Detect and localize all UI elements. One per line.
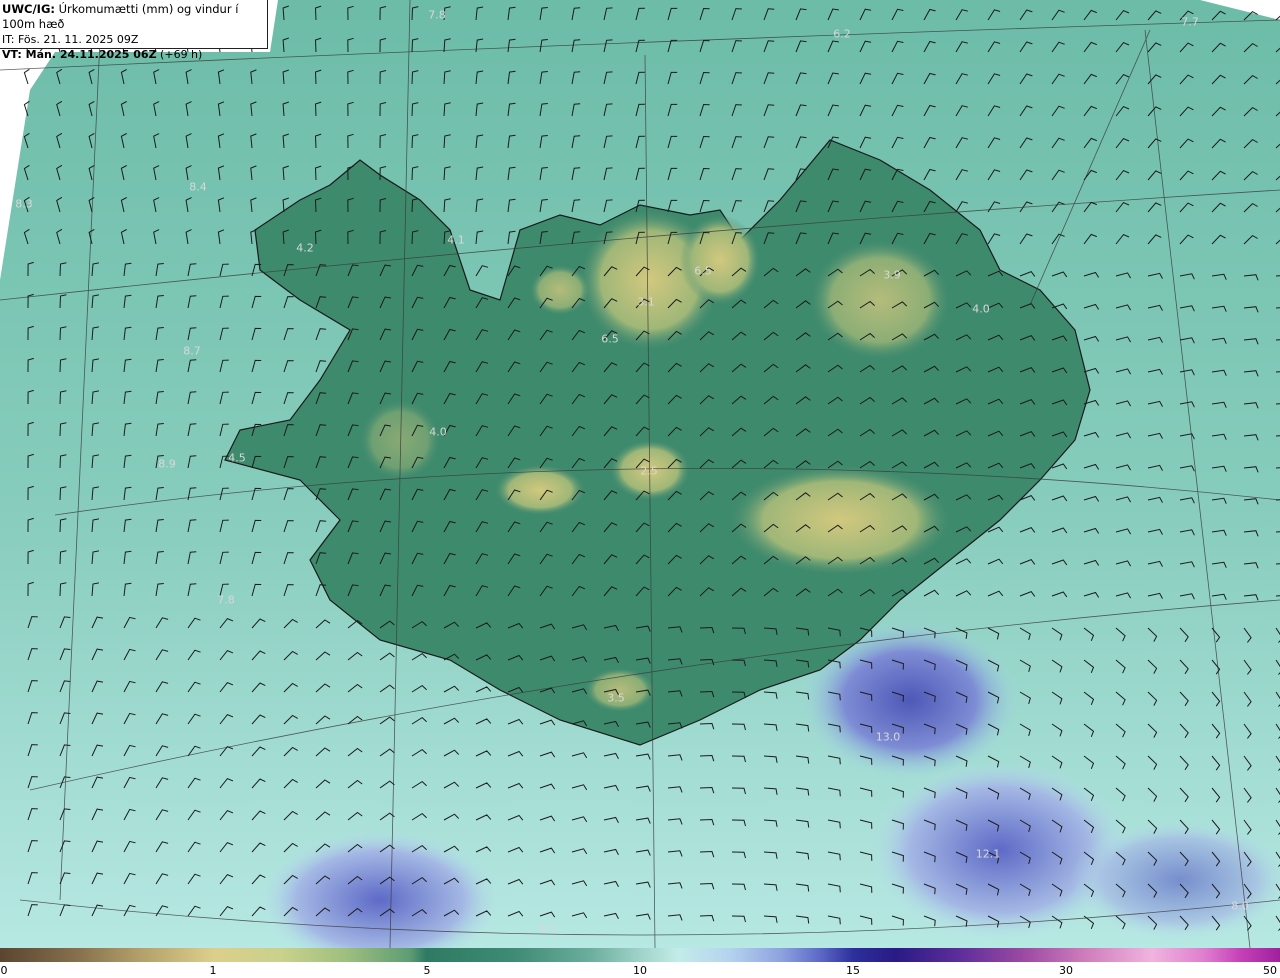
value-label: 3.5 (607, 691, 625, 705)
value-label: 4.5 (228, 451, 246, 465)
colorbar-tick: 50 (1263, 964, 1277, 977)
colorbar-tick: 1 (209, 964, 217, 977)
colorbar-tick: 0 (0, 964, 8, 977)
value-label: 12.1 (975, 847, 1001, 861)
valid-time: VT: Mán. 24.11.2025 06Z (2, 48, 157, 61)
colorbar-tick: 15 (846, 964, 860, 977)
value-label: 8.4 (189, 180, 207, 194)
colorbar-tick: 5 (423, 964, 431, 977)
value-label: 7.8 (217, 593, 235, 607)
map-area: 7.8 6.2 7.7 8.4 8.3 4.1 4.2 6.5 3.9 3.1 … (0, 0, 1280, 948)
value-label: 8.7 (183, 344, 201, 358)
value-label: 3.1 (637, 295, 655, 309)
value-label: 8.3 (15, 197, 33, 211)
value-label: 4.2 (296, 241, 314, 255)
value-label: 6.5 (694, 264, 712, 278)
init-time: IT: Fös. 21. 11. 2025 09Z (2, 33, 139, 46)
value-label: 3.9 (883, 268, 901, 282)
colorbar-tick: 30 (1059, 964, 1073, 977)
value-label: 7.7 (1181, 15, 1199, 29)
colorbar: 0 1 5 10 15 30 50 (0, 948, 1280, 978)
map-header: UWC/IG: Úrkomumætti (mm) og vindur í 100… (0, 0, 268, 61)
value-label: 13.0 (875, 730, 901, 744)
colorbar-tick: 10 (633, 964, 647, 977)
value-label: 8.5 (539, 922, 557, 936)
value-label: 2.5 (640, 464, 658, 478)
value-label: 7.8 (428, 8, 446, 22)
model-name: UWC/IG: (2, 2, 55, 16)
value-label: 8.0 (1231, 899, 1249, 913)
lead-time: (+69 h) (156, 48, 203, 61)
value-label: 6.2 (833, 27, 851, 41)
value-label: 6.5 (601, 332, 619, 346)
value-label: 4.0 (972, 302, 990, 316)
colorbar-gradient (0, 948, 1280, 962)
value-label: 4.1 (447, 233, 465, 247)
value-label: 8.9 (158, 457, 176, 471)
value-label: 4.0 (429, 425, 447, 439)
